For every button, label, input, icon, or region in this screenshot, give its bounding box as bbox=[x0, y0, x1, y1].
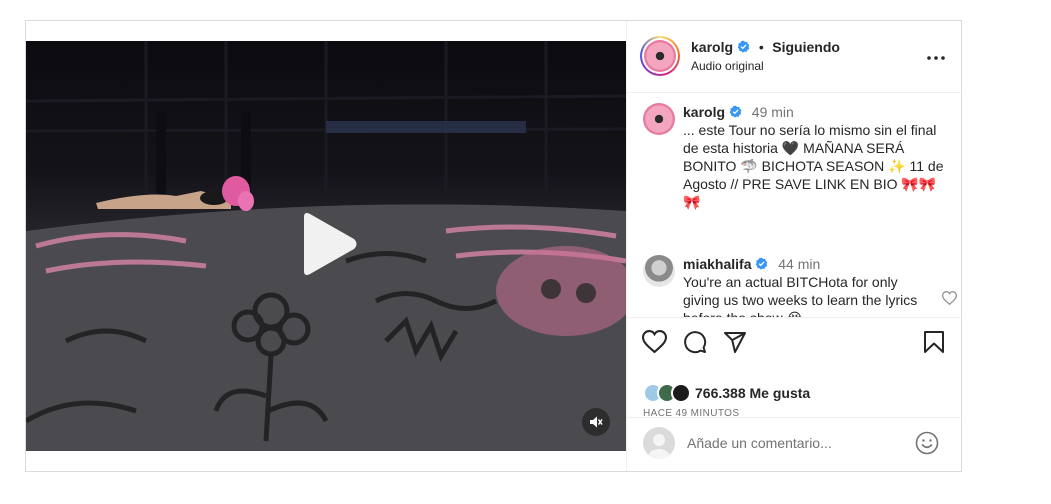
action-bar: 766.388 Me gusta HACE 49 MINUTOS bbox=[627, 317, 963, 419]
comment-item: miakhalifa 44 min You're an actual BITCH… bbox=[643, 255, 958, 317]
caption-author[interactable]: karolg bbox=[683, 104, 725, 120]
more-options-icon bbox=[927, 56, 945, 60]
author-username[interactable]: karolg bbox=[691, 39, 733, 55]
play-button[interactable] bbox=[296, 211, 360, 277]
comments-list[interactable]: karolg 49 min ... este Tour no sería lo … bbox=[627, 93, 963, 317]
heart-icon bbox=[641, 330, 668, 354]
like-button[interactable] bbox=[641, 330, 668, 358]
author-avatar[interactable] bbox=[640, 36, 680, 76]
add-comment-input[interactable] bbox=[687, 433, 907, 453]
default-avatar-icon bbox=[648, 434, 670, 459]
verified-badge-icon bbox=[729, 105, 742, 118]
emoji-button[interactable] bbox=[915, 431, 939, 460]
bookmark-icon bbox=[924, 331, 944, 353]
muted-speaker-icon bbox=[590, 416, 603, 428]
comment-author[interactable]: miakhalifa bbox=[683, 256, 751, 272]
instagram-post-embed: karolg • Siguiendo Audio original karolg… bbox=[25, 20, 963, 472]
post-media bbox=[26, 21, 626, 471]
comment-icon bbox=[684, 331, 707, 354]
emoji-icon bbox=[915, 431, 939, 455]
liker-avatar bbox=[671, 383, 691, 403]
caption-time[interactable]: 49 min bbox=[752, 104, 794, 120]
caption-text: ... este Tour no sería lo mismo sin el f… bbox=[683, 122, 944, 210]
comment-button[interactable] bbox=[683, 330, 707, 359]
caption-item: karolg 49 min ... este Tour no sería lo … bbox=[643, 103, 953, 223]
video-player[interactable] bbox=[26, 41, 626, 451]
follow-status-button[interactable]: Siguiendo bbox=[772, 39, 840, 55]
post-header: karolg • Siguiendo Audio original bbox=[627, 21, 963, 93]
separator: • bbox=[758, 39, 764, 55]
heart-icon bbox=[941, 291, 958, 306]
more-options-button[interactable] bbox=[927, 47, 945, 65]
comment-text: You're an actual BITCHota for only givin… bbox=[683, 274, 918, 317]
save-button[interactable] bbox=[923, 330, 945, 359]
current-user-avatar bbox=[643, 427, 675, 459]
likes-count[interactable]: 766.388 Me gusta bbox=[695, 385, 810, 401]
play-icon bbox=[304, 213, 357, 275]
add-comment-bar bbox=[627, 417, 963, 471]
share-icon bbox=[724, 332, 746, 353]
mute-toggle-button[interactable] bbox=[582, 408, 610, 436]
comment-time[interactable]: 44 min bbox=[778, 256, 820, 272]
likes-summary: 766.388 Me gusta bbox=[643, 382, 810, 404]
audio-label[interactable]: Audio original bbox=[691, 59, 764, 73]
share-button[interactable] bbox=[723, 330, 747, 359]
post-sidebar: karolg • Siguiendo Audio original karolg… bbox=[626, 21, 963, 471]
verified-badge-icon bbox=[756, 257, 768, 270]
comment-author-avatar[interactable] bbox=[643, 255, 675, 287]
comment-like-button[interactable] bbox=[941, 291, 958, 310]
verified-badge-icon bbox=[738, 40, 750, 53]
caption-author-avatar[interactable] bbox=[643, 103, 675, 135]
